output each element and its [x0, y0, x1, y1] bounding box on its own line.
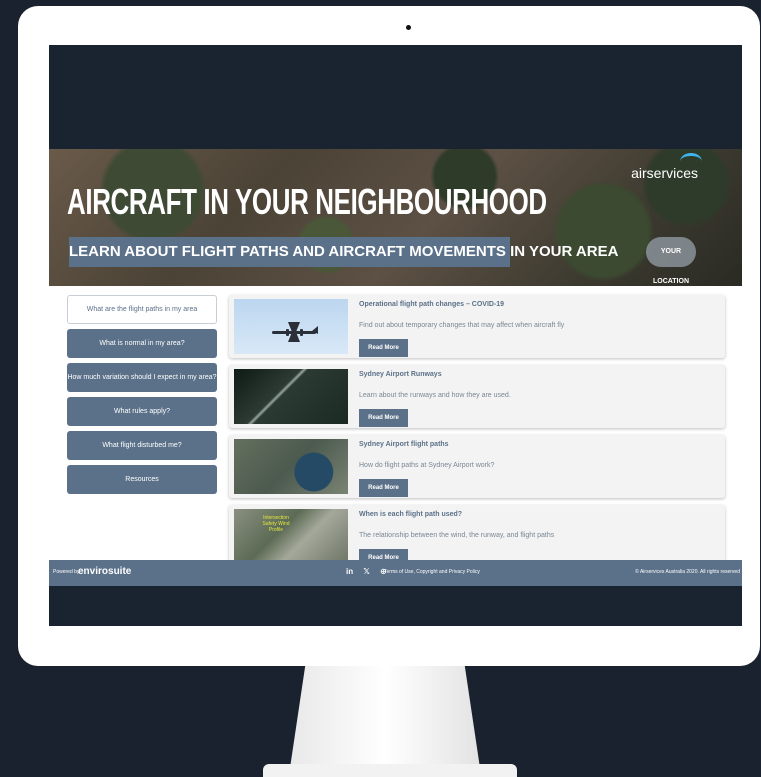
nav-item-variation[interactable]: How much variation should I expect in my… — [67, 363, 217, 392]
footer: Powered by envirosuite in 𝕏 ⊕ Terms of U… — [49, 560, 742, 586]
card-list: Operational flight path changes – COVID-… — [229, 295, 725, 560]
read-more-button[interactable]: Read More — [359, 479, 408, 497]
hero-banner: AIRCRAFT IN YOUR NEIGHBOURHOOD LEARN ABO… — [49, 149, 742, 286]
card-description: How do flight paths at Sydney Airport wo… — [359, 462, 495, 469]
page-title: AIRCRAFT IN YOUR NEIGHBOURHOOD — [67, 181, 547, 222]
powered-by-label: Powered by — [53, 569, 80, 575]
nav-item-flight-paths[interactable]: What are the flight paths in my area — [67, 295, 217, 324]
screen: AIRCRAFT IN YOUR NEIGHBOURHOOD LEARN ABO… — [49, 45, 742, 626]
runway-image — [234, 369, 348, 424]
card-description: The relationship between the wind, the r… — [359, 532, 555, 539]
copyright-text: © Airservices Australia 2020. All rights… — [635, 569, 740, 575]
airplane-icon — [272, 322, 318, 342]
card-title: Operational flight path changes – COVID-… — [359, 301, 505, 308]
card-covid: Operational flight path changes – COVID-… — [229, 295, 725, 358]
subtitle-strip: LEARN ABOUT FLIGHT PATHS AND AIRCRAFT MO… — [69, 237, 619, 267]
nav-item-disturbed[interactable]: What flight disturbed me? — [67, 431, 217, 460]
card-when-used: Intersection Safety Wind Profile When is… — [229, 505, 725, 560]
card-description: Learn about the runways and how they are… — [359, 392, 511, 399]
aerial-map-image — [234, 439, 348, 494]
monitor-stand — [290, 666, 480, 768]
camera-dot — [406, 25, 411, 30]
read-more-button[interactable]: Read More — [359, 409, 408, 427]
card-description: Find out about temporary changes that ma… — [359, 322, 565, 329]
monitor-stand-base — [263, 764, 517, 777]
page-subtitle: LEARN ABOUT FLIGHT PATHS AND AIRCRAFT MO… — [69, 243, 619, 260]
terms-link[interactable]: Terms of Use, Copyright and Privacy Poli… — [384, 569, 480, 575]
read-more-button[interactable]: Read More — [359, 339, 408, 357]
read-more-button[interactable]: Read More — [359, 549, 408, 560]
main-content: What are the flight paths in my area Wha… — [49, 286, 742, 560]
nav-item-resources[interactable]: Resources — [67, 465, 217, 494]
your-location-button[interactable]: YOUR LOCATION — [646, 237, 696, 285]
airplane-image — [234, 299, 348, 354]
nav-item-normal[interactable]: What is normal in my area? — [67, 329, 217, 358]
sidebar-nav: What are the flight paths in my area Wha… — [67, 295, 217, 499]
card-title: Sydney Airport Runways — [359, 371, 442, 378]
card-flight-paths: Sydney Airport flight paths How do fligh… — [229, 435, 725, 498]
nav-item-rules[interactable]: What rules apply? — [67, 397, 217, 426]
card-runways: Sydney Airport Runways Learn about the r… — [229, 365, 725, 428]
linkedin-icon[interactable]: in — [346, 567, 353, 576]
thumb-label: Intersection Safety Wind Profile — [262, 515, 290, 533]
envirosuite-logo[interactable]: envirosuite — [78, 566, 131, 577]
twitter-icon[interactable]: 𝕏 — [363, 567, 369, 576]
brand-logo[interactable]: airservices — [631, 165, 698, 181]
card-title: When is each flight path used? — [359, 511, 463, 518]
airport-image: Intersection Safety Wind Profile — [234, 509, 348, 560]
card-title: Sydney Airport flight paths — [359, 441, 449, 448]
